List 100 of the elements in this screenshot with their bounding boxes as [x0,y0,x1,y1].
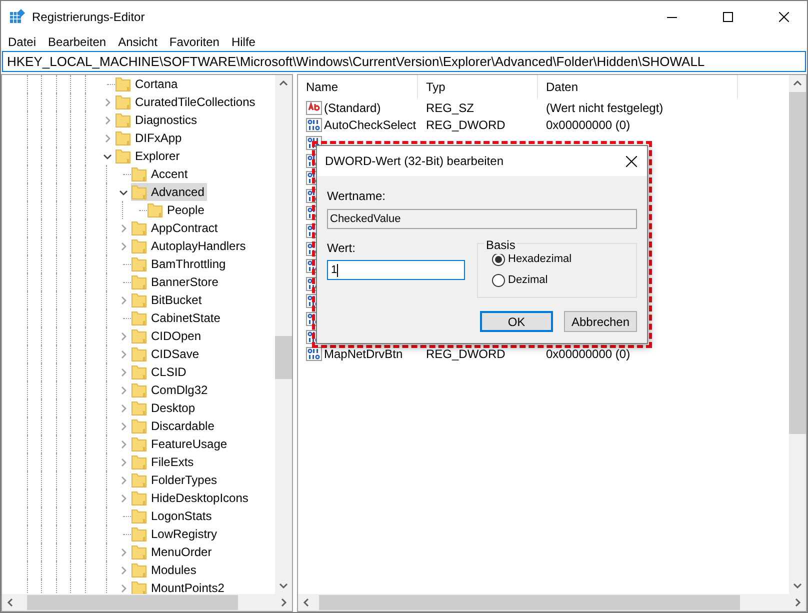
tree-item[interactable]: Diagnostics [115,111,200,129]
maximize-icon [723,12,733,22]
field-label: Wertname: [327,188,386,205]
value-type: REG_DWORD [426,347,506,362]
value-name[interactable]: AutoCheckSelect [324,116,416,134]
folder-icon [131,346,147,362]
scrollbar-thumb[interactable] [275,336,292,379]
tree-item[interactable]: CIDOpen [131,327,204,345]
value-field[interactable]: 1 [327,260,465,280]
vertical-scrollbar[interactable] [275,75,292,594]
folder-icon [115,94,131,110]
tree-item[interactable]: Accent [131,165,191,183]
ok-button[interactable]: OK [480,311,553,332]
string-value-icon [306,100,322,116]
dialog-title: DWORD-Wert (32-Bit) bearbeiten [325,153,504,170]
folder-icon [147,202,163,218]
scrollbar-thumb[interactable] [789,92,806,434]
tree-item[interactable]: BannerStore [131,273,222,291]
folder-icon [131,418,147,434]
tree-item[interactable]: AutoplayHandlers [131,237,249,255]
folder-icon [131,472,147,488]
folder-icon [131,220,147,236]
value-type: REG_DWORD [426,118,506,132]
folder-icon [131,364,147,380]
tree-item[interactable]: Cortana [115,75,181,93]
folder-icon [131,436,147,452]
menu-item[interactable]: Datei [2,32,42,50]
menu-item[interactable]: Ansicht [112,32,164,50]
scrollbar-thumb[interactable] [27,595,238,610]
folder-icon [131,544,147,560]
tree-item[interactable]: LogonStats [131,507,215,525]
folder-icon [131,580,147,594]
column-header[interactable]: Daten [538,75,738,99]
value-name[interactable]: (Standard) [324,98,381,117]
menu-item[interactable]: Hilfe [225,32,262,50]
folder-icon [131,238,147,254]
folder-icon [131,292,147,308]
chevron-icon[interactable] [102,152,112,160]
tree-item[interactable]: MenuOrder [131,543,215,561]
value-name-field[interactable]: CheckedValue [327,209,637,229]
tree-item[interactable]: Explorer [115,147,183,165]
tree-item[interactable]: DIFxApp [115,129,185,147]
tree-item[interactable]: FileExts [131,453,197,471]
tree-item[interactable]: BitBucket [131,291,205,309]
tree-item[interactable]: Advanced [131,183,208,201]
tree-item[interactable]: FolderTypes [131,471,220,489]
folder-icon [131,454,147,470]
horizontal-scrollbar[interactable] [298,594,806,611]
window-title: Registrierungs-Editor [32,8,145,26]
folder-icon [131,400,147,416]
tree-item[interactable]: AppContract [131,219,221,237]
folder-icon [115,112,131,128]
tree-item[interactable]: LowRegistry [131,525,220,543]
tree-item[interactable]: BamThrottling [131,255,229,273]
value-name[interactable]: MapNetDrvBtn [324,345,403,364]
radio-button[interactable] [492,274,505,286]
folder-icon [131,274,147,290]
folder-icon [115,130,131,146]
tree-item[interactable]: ComDlg32 [131,381,211,399]
close-icon [779,12,789,22]
tree-item[interactable]: CuratedTileCollections [115,93,258,111]
binary-value-icon [306,346,322,362]
folder-icon [131,562,147,578]
tree-item[interactable]: MountPoints2 [131,579,228,594]
folder-icon [131,328,147,344]
tree-item[interactable]: Modules [131,561,200,579]
cancel-button[interactable]: Abbrechen [564,311,637,332]
tree-item[interactable]: HideDesktopIcons [131,489,252,507]
tree-item[interactable]: CIDSave [131,345,202,363]
horizontal-scrollbar[interactable] [2,594,292,611]
value-data: 0x00000000 (0) [546,347,630,362]
chevron-icon[interactable] [118,188,128,196]
folder-icon [131,490,147,506]
tree-item[interactable]: CabinetState [131,309,224,327]
column-header[interactable]: Typ [418,75,538,99]
tree-item[interactable]: Discardable [131,417,218,435]
folder-icon [115,76,131,92]
tree-item[interactable]: FeatureUsage [131,435,230,453]
folder-icon [131,526,147,542]
folder-icon [131,508,147,524]
binary-value-icon [306,117,322,134]
value-data: 0x00000000 (0) [546,118,630,132]
scrollbar-thumb[interactable] [319,595,740,610]
address-field[interactable]: HKEY_LOCAL_MACHINE\SOFTWARE\Microsoft\Windows\CurrentVersion\Explorer\Advanced\Folder\Hidden\SHOWALL [2,51,806,72]
folder-icon [131,166,147,182]
folder-icon [131,382,147,398]
column-header[interactable]: Name [298,75,418,99]
menu-item[interactable]: Favoriten [163,32,226,50]
registry-editor-icon [10,9,25,24]
close-icon [626,156,636,166]
menu-item[interactable]: Bearbeiten [42,32,112,50]
tree-item[interactable]: CLSID [131,363,190,381]
vertical-scrollbar[interactable] [789,75,806,594]
folder-icon [131,184,147,200]
folder-icon [131,256,147,272]
tree-item[interactable]: Desktop [131,399,198,417]
radio-label[interactable]: Dezimal [508,272,548,288]
folder-icon [131,310,147,326]
tree-item[interactable]: People [147,201,208,219]
value-type: REG_SZ [426,100,474,115]
